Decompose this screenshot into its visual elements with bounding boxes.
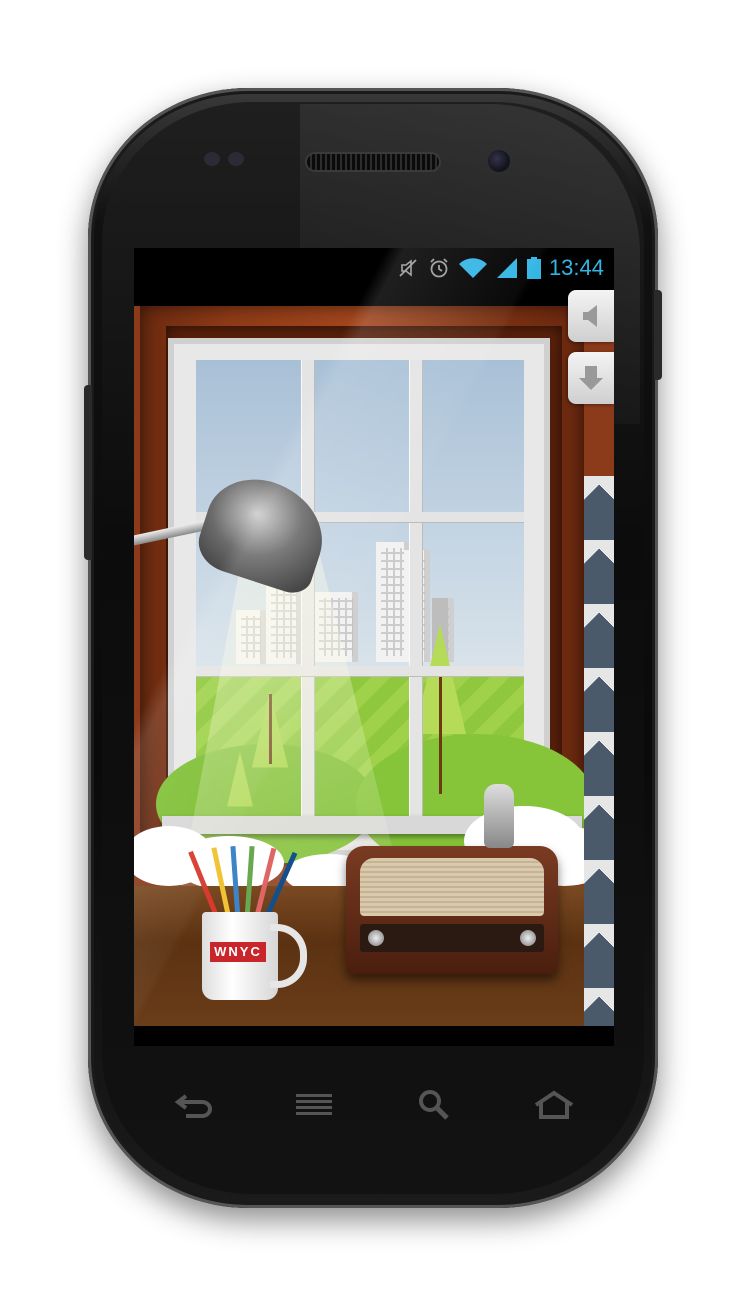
- download-icon: [579, 366, 603, 390]
- radio-knob-left[interactable]: [368, 930, 384, 946]
- menu-button[interactable]: [284, 1080, 344, 1130]
- wifi-icon: [458, 258, 487, 278]
- nav-bar: [134, 1070, 614, 1140]
- signal-icon: [496, 258, 517, 278]
- home-icon: [534, 1090, 574, 1119]
- volume-button[interactable]: [568, 290, 614, 342]
- battery-icon: [526, 257, 541, 279]
- search-icon: [419, 1090, 449, 1120]
- side-ribbon: [584, 476, 614, 1026]
- home-button[interactable]: [524, 1080, 584, 1130]
- status-bar: 13:44: [134, 248, 614, 288]
- earpiece-speaker: [307, 154, 439, 170]
- volume-icon: [583, 305, 597, 327]
- menu-icon: [296, 1094, 332, 1115]
- astronaut-figure[interactable]: [484, 784, 514, 848]
- volume-rocker: [84, 385, 92, 560]
- clock-time: 13:44: [548, 255, 604, 280]
- status-icons: 13:44: [396, 254, 604, 282]
- front-camera: [488, 150, 510, 172]
- download-button[interactable]: [568, 352, 614, 404]
- radio-knob-right[interactable]: [520, 930, 536, 946]
- wallpaper-scene[interactable]: WNYC: [134, 306, 614, 1026]
- back-icon: [174, 1094, 212, 1118]
- radio-speaker-grill: [360, 858, 544, 916]
- screen: 13:44 WNYC: [134, 248, 614, 1046]
- mute-icon: [399, 259, 417, 277]
- power-button: [654, 290, 662, 380]
- wnyc-logo: WNYC: [210, 942, 266, 962]
- back-button[interactable]: [164, 1080, 224, 1130]
- radio-dial-panel: [360, 924, 544, 952]
- alarm-icon: [430, 258, 448, 278]
- light-sensor: [228, 152, 244, 166]
- proximity-sensor: [204, 152, 220, 166]
- search-button[interactable]: [404, 1080, 464, 1130]
